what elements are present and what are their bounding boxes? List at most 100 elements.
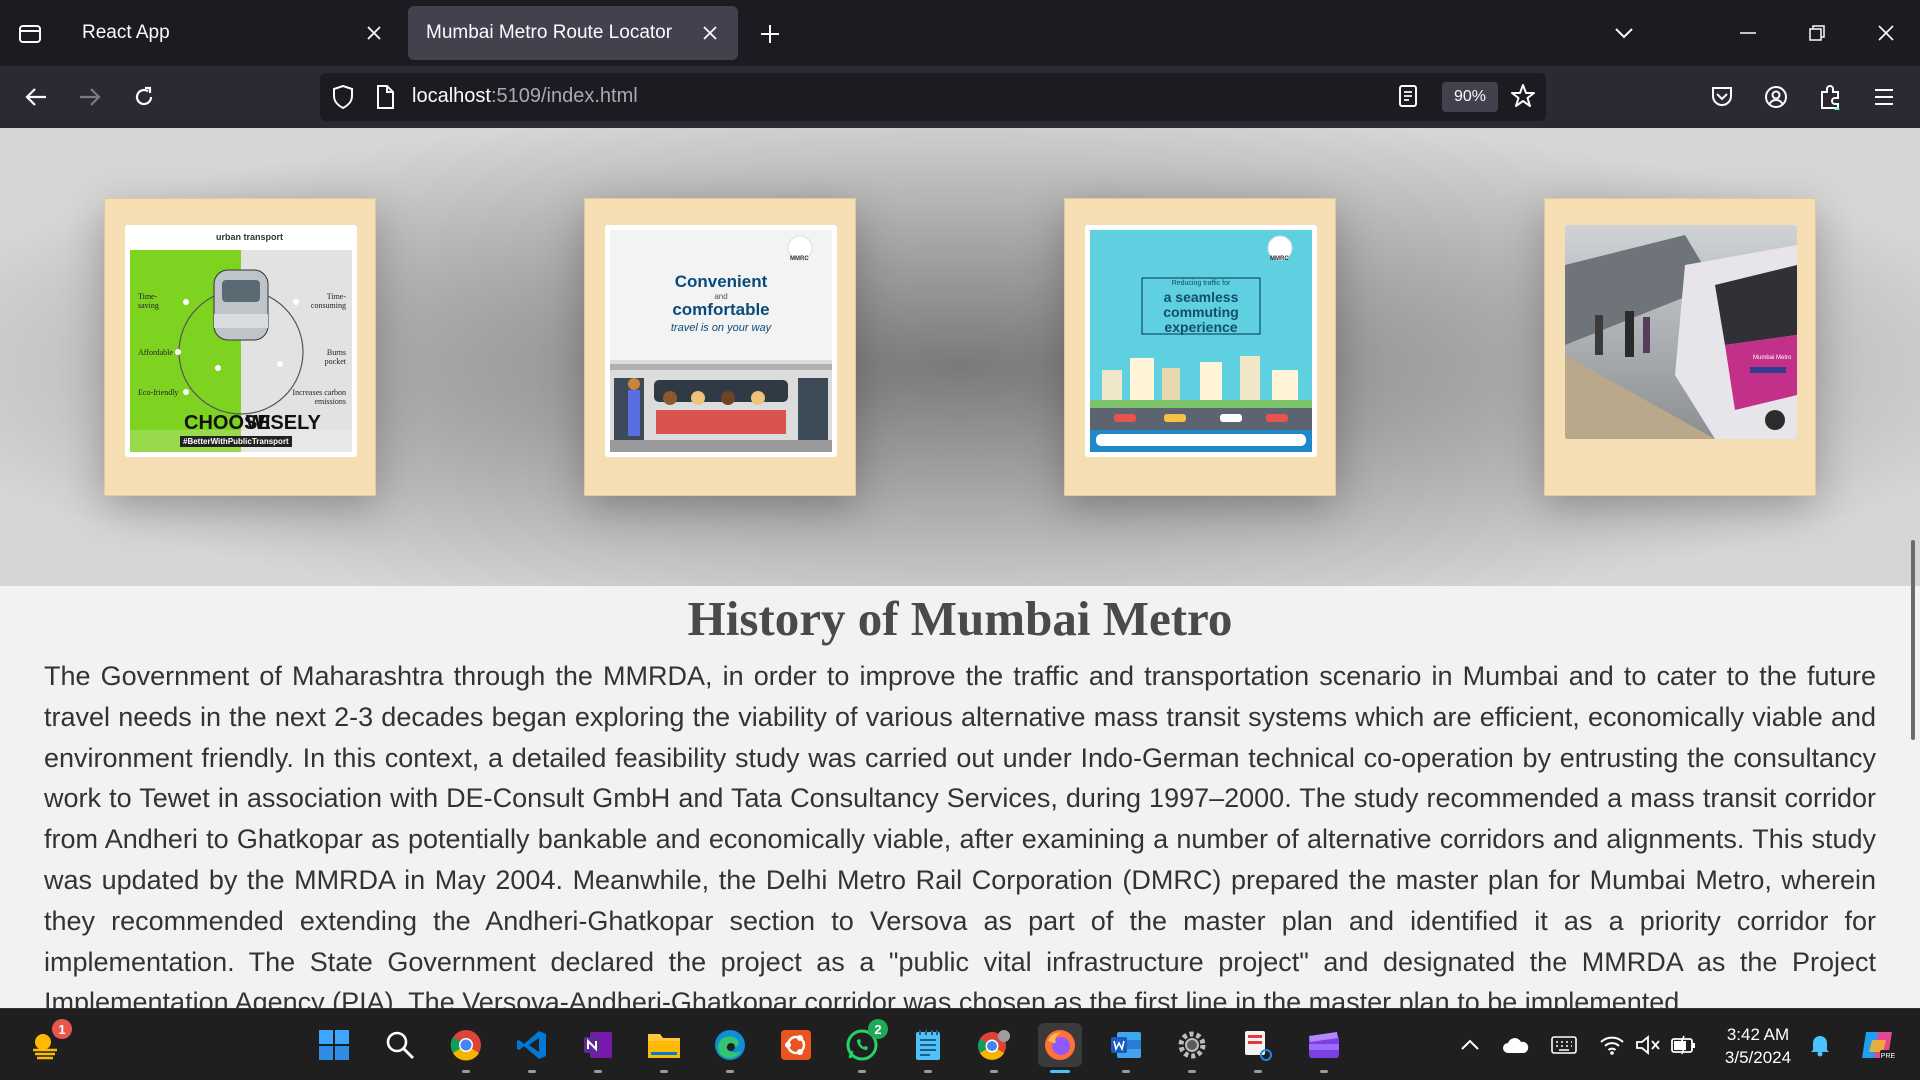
url-host: localhost — [412, 85, 491, 107]
page-scrollbar[interactable] — [1911, 540, 1915, 740]
seamless-commute-poster: MMRC Reducing traffic for a seamless com… — [1085, 225, 1317, 457]
url-text[interactable]: localhost:5109/index.html — [412, 85, 638, 108]
poster-heading: commuting — [1163, 304, 1239, 320]
chrome-profile-icon[interactable] — [972, 1023, 1016, 1073]
navigation-bar: localhost:5109/index.html 90% — [0, 66, 1920, 128]
word-icon[interactable] — [1104, 1023, 1148, 1073]
start-button[interactable] — [312, 1023, 356, 1067]
poster-heading: experience — [1164, 319, 1238, 335]
url-bar[interactable]: localhost:5109/index.html 90% — [320, 73, 1546, 121]
poster-hashtag: #BetterWithPublicTransport — [180, 436, 292, 447]
tab-mumbai-metro[interactable]: Mumbai Metro Route Locator — [408, 6, 738, 60]
clock-time: 3:42 AM — [1726, 1025, 1790, 1044]
pocket-icon[interactable] — [1702, 77, 1742, 117]
running-indicator — [462, 1070, 470, 1073]
poster-label: Burns pocket — [324, 348, 346, 366]
onenote-icon[interactable] — [576, 1023, 620, 1073]
new-tab-button[interactable] — [752, 16, 788, 52]
system-clock[interactable]: 3:42 AM 3/5/2024 — [1716, 1023, 1800, 1069]
zoom-level-badge[interactable]: 90% — [1442, 82, 1498, 112]
poster-label: Increases carbon emissions — [292, 388, 346, 406]
firefox-icon[interactable] — [1038, 1023, 1082, 1073]
metro-train-photo: Mumbai Metro — [1565, 225, 1797, 439]
copilot-icon[interactable]: PRE — [1858, 1027, 1898, 1063]
gallery-card-2[interactable]: MMRC Convenient and comfortable travel i… — [584, 198, 856, 496]
svg-text:PRE: PRE — [1881, 1053, 1896, 1060]
close-icon[interactable] — [696, 19, 724, 47]
extensions-icon[interactable] — [1810, 77, 1850, 117]
tab-title: Mumbai Metro Route Locator — [426, 22, 673, 43]
notification-badge: 1 — [52, 1019, 72, 1039]
url-path: :5109/index.html — [490, 85, 638, 107]
poster-header-logo: urban transport — [216, 232, 284, 242]
notepad-icon[interactable] — [906, 1023, 950, 1073]
bookmark-star-icon[interactable] — [1510, 83, 1536, 114]
tab-overflow-chevron-icon[interactable] — [1604, 14, 1644, 52]
wifi-icon[interactable] — [1598, 1031, 1626, 1059]
page-info-icon[interactable] — [376, 85, 394, 114]
close-window-button[interactable] — [1866, 14, 1906, 52]
running-indicator — [594, 1070, 602, 1073]
running-indicator — [858, 1070, 866, 1073]
public-transport-poster: urban transport Time-saving Affordable E… — [125, 225, 357, 457]
convenient-travel-poster: MMRC Convenient and comfortable travel i… — [605, 225, 837, 457]
reload-button[interactable] — [124, 77, 164, 117]
page-viewport: urban transport Time-saving Affordable E… — [0, 128, 1920, 1008]
poster-label: Affordable — [138, 348, 173, 357]
shield-icon[interactable] — [332, 84, 354, 114]
snipping-tool-icon[interactable] — [1236, 1023, 1280, 1073]
vscode-icon[interactable] — [510, 1023, 554, 1073]
notification-badge: 2 — [868, 1019, 888, 1039]
running-indicator — [1188, 1070, 1196, 1073]
running-indicator — [528, 1070, 536, 1073]
whatsapp-icon[interactable]: 2 — [840, 1019, 888, 1073]
history-title: History of Mumbai Metro — [687, 591, 1233, 646]
running-indicator — [1050, 1070, 1070, 1073]
chevron-up-icon[interactable] — [1456, 1031, 1484, 1059]
app-menu-icon[interactable] — [1864, 77, 1904, 117]
edge-icon[interactable] — [708, 1023, 752, 1073]
notification-bell-icon[interactable] — [1806, 1031, 1834, 1059]
tab-list-icon[interactable] — [10, 16, 50, 52]
history-paragraph: The Government of Maharashtra through th… — [44, 661, 1876, 1008]
poster-heading: Convenient — [674, 272, 768, 291]
poster-small-text: Reducing traffic for — [1171, 280, 1231, 287]
browser-tab-bar: React App Mumbai Metro Route Locator — [0, 0, 1920, 66]
back-button[interactable] — [16, 77, 56, 117]
image-gallery: urban transport Time-saving Affordable E… — [0, 128, 1920, 586]
keyboard-icon[interactable] — [1550, 1031, 1578, 1059]
volume-muted-icon[interactable] — [1634, 1031, 1662, 1059]
mmrc-badge: MMRC — [1270, 256, 1289, 262]
restore-button[interactable] — [1797, 14, 1837, 52]
gallery-card-4[interactable]: Mumbai Metro — [1544, 198, 1816, 496]
clock-date: 3/5/2024 — [1724, 1048, 1792, 1067]
ubuntu-icon[interactable] — [774, 1023, 818, 1067]
poster-wisely-text: WISELY — [246, 412, 321, 434]
running-indicator — [1320, 1070, 1328, 1073]
reader-view-icon[interactable] — [1398, 84, 1418, 113]
chrome-icon[interactable] — [444, 1023, 488, 1073]
tab-title: React App — [82, 22, 170, 43]
train-label: Mumbai Metro — [1753, 355, 1792, 361]
poster-label: Time-consuming — [310, 292, 346, 310]
gallery-card-1[interactable]: urban transport Time-saving Affordable E… — [104, 198, 376, 496]
mmrc-badge: MMRC — [790, 256, 809, 262]
gallery-card-3[interactable]: MMRC Reducing traffic for a seamless com… — [1064, 198, 1336, 496]
poster-label: Time-saving — [138, 292, 159, 310]
poster-heading: comfortable — [672, 300, 770, 319]
running-indicator — [1122, 1070, 1130, 1073]
account-icon[interactable] — [1756, 77, 1796, 117]
forward-button[interactable] — [70, 77, 110, 117]
settings-icon[interactable] — [1170, 1023, 1214, 1073]
minimize-button[interactable] — [1728, 14, 1768, 52]
onedrive-icon[interactable] — [1502, 1031, 1530, 1059]
tab-react-app[interactable]: React App — [64, 6, 402, 60]
history-section: History of Mumbai Metro The Government o… — [0, 586, 1920, 1008]
poster-subheading: travel is on your way — [670, 322, 772, 334]
battery-icon[interactable] — [1670, 1031, 1698, 1059]
weather-widget[interactable]: 1 — [24, 1019, 72, 1067]
file-explorer-icon[interactable] — [642, 1023, 686, 1073]
clipchamp-icon[interactable] — [1302, 1023, 1346, 1073]
search-icon[interactable] — [378, 1023, 422, 1067]
close-icon[interactable] — [360, 19, 388, 47]
